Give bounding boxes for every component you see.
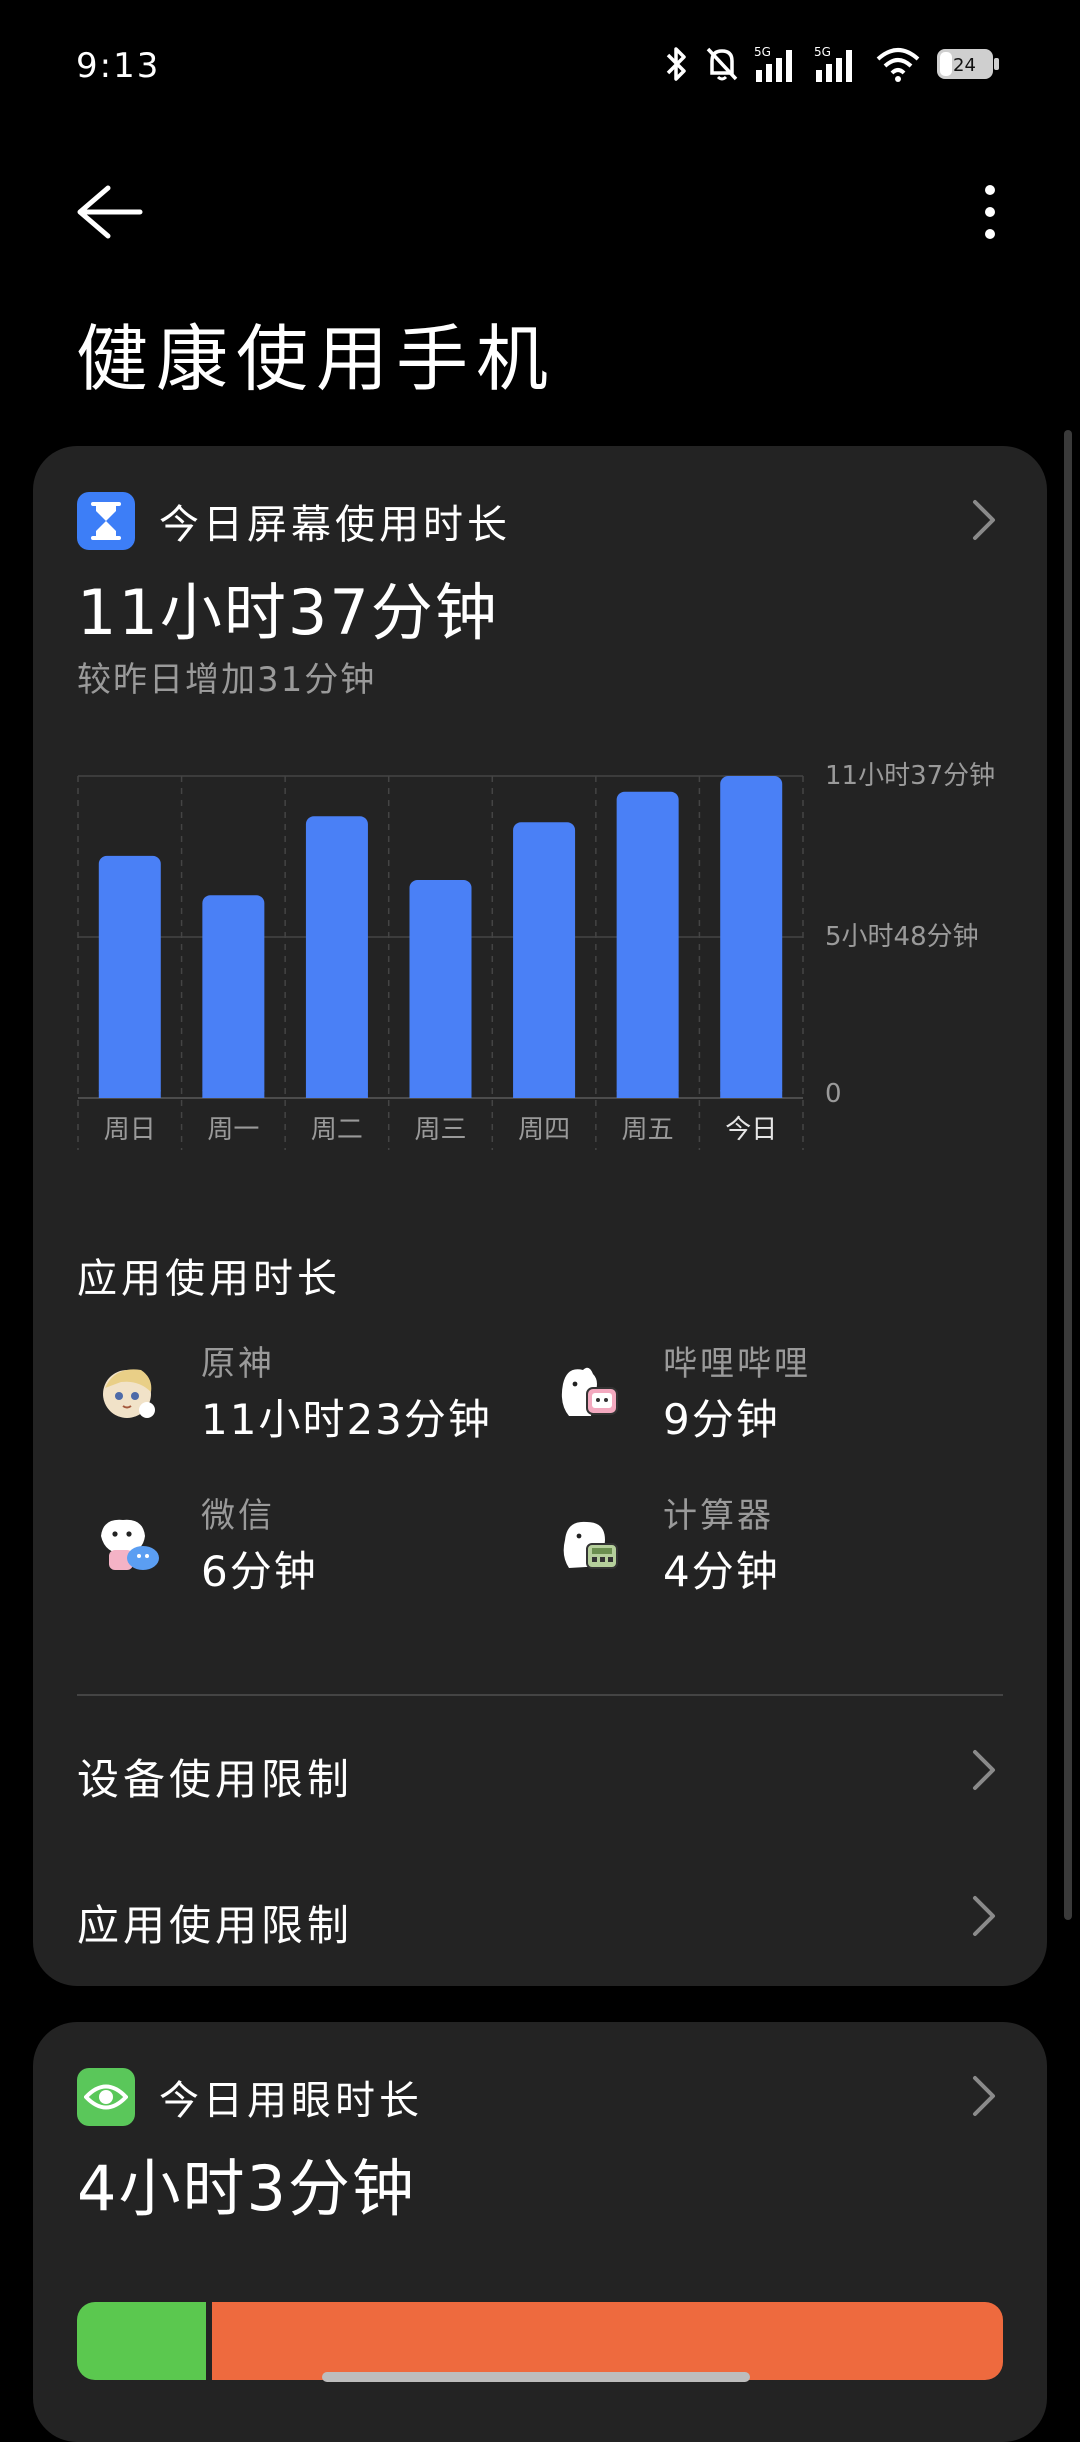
bar-base — [305, 1090, 368, 1098]
bar-周一[interactable] — [202, 895, 265, 1098]
x-tick-label: 周一 — [207, 1115, 259, 1145]
weekly-usage-chart: 周日 周一 周二 周三 周四 周五 今日 11小时37分钟 5小时48分钟 0 — [33, 746, 1047, 1226]
chevron-right-icon — [973, 1750, 995, 1790]
eye-time-value: 4小时3分钟 — [77, 2152, 416, 2225]
app-time: 9分钟 — [663, 1395, 780, 1444]
battery-level: 24 — [953, 55, 976, 76]
wifi-icon — [876, 48, 920, 82]
y-tick-label: 5小时48分钟 — [825, 922, 979, 952]
app-time: 11小时23分钟 — [201, 1395, 492, 1444]
chevron-right-icon[interactable] — [969, 2074, 999, 2118]
chevron-right-icon[interactable] — [969, 498, 999, 542]
screen-time-value: 11小时37分钟 — [77, 576, 499, 649]
bar-base — [409, 1090, 472, 1098]
genshin-icon — [103, 1369, 155, 1418]
signal-label-2: 5G — [814, 45, 831, 59]
x-tick-label: 周日 — [104, 1115, 156, 1145]
app-limit-label: 应用使用限制 — [77, 1901, 354, 1950]
mute-bell-icon — [706, 47, 738, 81]
app-name: 微信 — [201, 1496, 275, 1536]
more-vertical-icon[interactable] — [960, 170, 1020, 250]
app-time: 6分钟 — [201, 1547, 318, 1596]
bar-周五[interactable] — [616, 791, 679, 1098]
eye-time-title: 今日用眼时长 — [159, 2078, 423, 2124]
bar-base — [720, 1090, 783, 1098]
bar-base — [202, 1090, 265, 1098]
status-bar: 9:13 5G 5G 24 — [0, 0, 1080, 140]
bar-周三[interactable] — [409, 879, 472, 1098]
x-tick-label: 今日 — [725, 1115, 777, 1145]
bar-周日[interactable] — [98, 855, 161, 1098]
x-tick-label: 周二 — [311, 1115, 363, 1145]
eye-time-bar — [77, 2302, 1003, 2380]
app-name: 计算器 — [663, 1496, 774, 1536]
signal-label-1: 5G — [754, 45, 771, 59]
screen-time-header[interactable]: 今日屏幕使用时长 — [77, 492, 511, 550]
battery-icon: 24 — [936, 48, 1000, 80]
chevron-right-icon — [973, 1896, 995, 1936]
signal-5g-icon-1: 5G — [754, 45, 792, 82]
x-tick-label: 周三 — [414, 1115, 466, 1145]
screen-time-compare: 较昨日增加31分钟 — [77, 660, 377, 700]
eye-time-segment — [77, 2302, 206, 2380]
app-limit-row[interactable]: 应用使用限制 — [33, 1856, 1047, 1976]
x-tick-label: 周五 — [622, 1115, 674, 1145]
y-tick-label: 11小时37分钟 — [825, 761, 995, 791]
calculator-icon — [563, 1521, 618, 1569]
app-item-bilibili[interactable]: 哔哩哔哩 9分钟 — [539, 1336, 999, 1456]
status-icons: 5G 5G 24 — [662, 44, 1000, 84]
signal-5g-icon-2: 5G — [814, 45, 852, 82]
bilibili-icon — [561, 1367, 618, 1416]
x-tick-label: 周四 — [518, 1115, 570, 1145]
app-item-genshin[interactable]: 原神 11小时23分钟 — [77, 1336, 537, 1456]
app-usage-title: 应用使用时长 — [77, 1256, 341, 1302]
arrow-left-icon[interactable] — [68, 180, 148, 240]
eye-time-header[interactable]: 今日用眼时长 — [77, 2068, 423, 2126]
bar-base — [616, 1090, 679, 1098]
app-item-calculator[interactable]: 计算器 4分钟 — [539, 1488, 999, 1608]
bar-base — [513, 1090, 576, 1098]
app-item-wechat[interactable]: 微信 6分钟 — [77, 1488, 537, 1608]
status-time: 9:13 — [76, 46, 161, 86]
device-limit-label: 设备使用限制 — [77, 1755, 354, 1804]
eye-time-segment — [211, 2302, 1003, 2380]
bar-周二[interactable] — [305, 816, 368, 1098]
screen-time-title: 今日屏幕使用时长 — [159, 502, 511, 548]
eye-icon — [77, 2068, 135, 2126]
bar-周四[interactable] — [513, 822, 576, 1098]
divider — [77, 1694, 1003, 1696]
wechat-icon — [101, 1519, 159, 1570]
bar-今日[interactable] — [720, 776, 783, 1098]
app-time: 4分钟 — [663, 1547, 780, 1596]
hourglass-icon — [77, 492, 135, 550]
app-name: 原神 — [201, 1344, 275, 1384]
app-name: 哔哩哔哩 — [663, 1344, 811, 1384]
scrollbar[interactable] — [1064, 430, 1072, 1920]
screen-time-card: 今日屏幕使用时长 11小时37分钟 较昨日增加31分钟 周日 周一 周二 周三 周四 周五… — [33, 446, 1047, 1986]
device-limit-row[interactable]: 设备使用限制 — [33, 1710, 1047, 1830]
weekly-usage-chart-svg: 周日 周一 周二 周三 周四 周五 今日 11小时37分钟 5小时48分钟 0 — [77, 761, 995, 1150]
y-tick-label: 0 — [825, 1079, 842, 1109]
bar-base — [98, 1090, 161, 1098]
page-title: 健康使用手机 — [76, 317, 557, 401]
bluetooth-icon — [666, 47, 686, 81]
home-indicator[interactable] — [322, 2372, 750, 2382]
top-bar — [0, 160, 1080, 260]
